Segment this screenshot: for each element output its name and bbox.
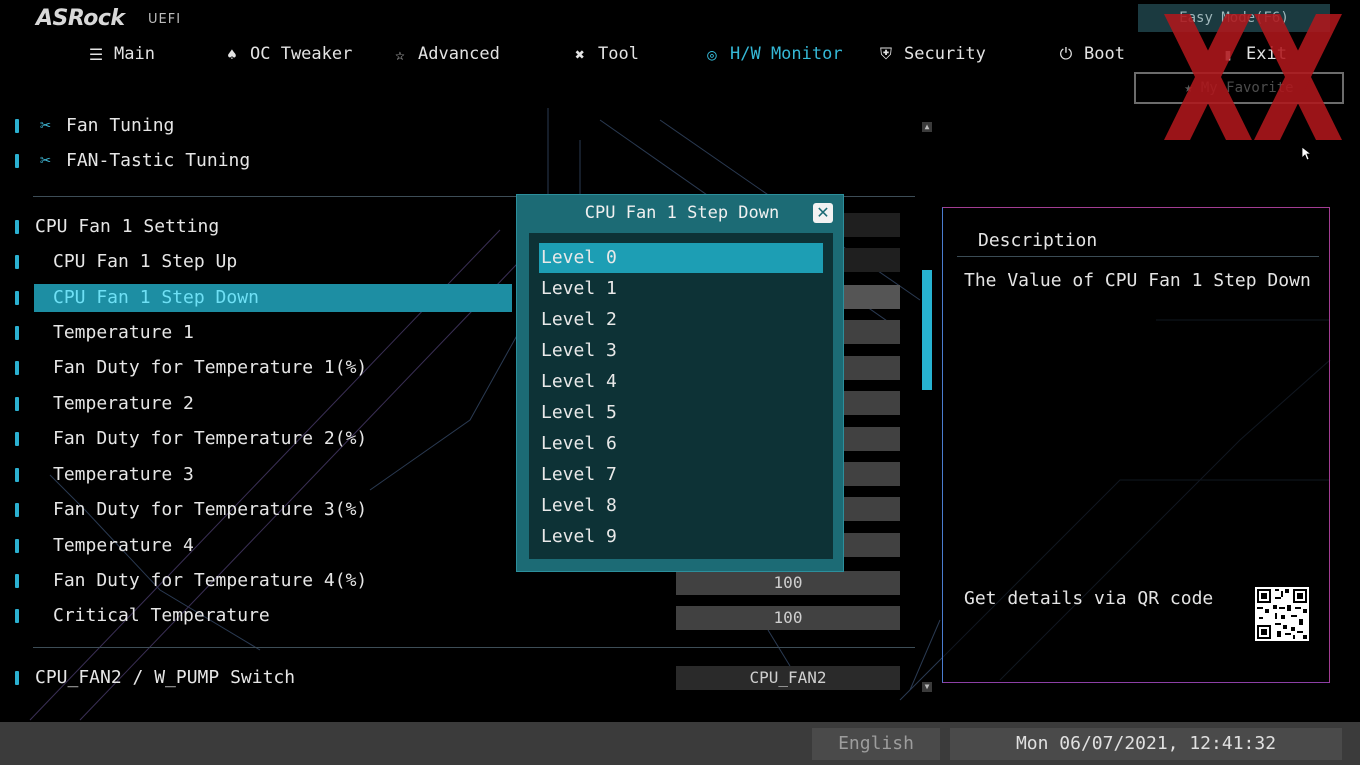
setting-label: CPU Fan 1 Step Up [53, 251, 238, 272]
row-bullet [15, 154, 19, 168]
row-bullet [15, 432, 19, 446]
qr-label: Get details via QR code [964, 588, 1214, 609]
description-title: Description [978, 230, 1098, 251]
row-bullet [15, 291, 19, 305]
setting-label: Fan Duty for Temperature 2(%) [53, 428, 368, 449]
scroll-down-arrow[interactable]: ▼ [922, 682, 932, 692]
tools-icon: ✂ [40, 115, 51, 136]
datetime-display: Mon 06/07/2021, 12:41:32 [950, 728, 1342, 760]
option-level-6[interactable]: Level 6 [539, 429, 823, 459]
popup-title: CPU Fan 1 Step Down [584, 203, 780, 223]
monitor-gauge-icon: ◎ [707, 44, 717, 64]
mouse-cursor-icon [1302, 147, 1312, 161]
option-level-0[interactable]: Level 0 [539, 243, 823, 273]
scrollbar-thumb[interactable] [922, 270, 932, 390]
row-bullet [15, 220, 19, 234]
section-divider [33, 647, 915, 648]
row-bullet [15, 119, 19, 133]
brand-sub: UEFI [148, 12, 182, 27]
option-level-3[interactable]: Level 3 [539, 336, 823, 366]
rocket-icon: ♠ [227, 44, 237, 64]
setting-label: CPU Fan 1 Step Down [53, 287, 259, 308]
brand-logo: ASRock [36, 6, 125, 31]
option-level-7[interactable]: Level 7 [539, 460, 823, 490]
fan-tuning-label: Fan Tuning [66, 115, 175, 136]
description-divider [957, 256, 1319, 257]
fan-tastic-tuning-label: FAN-Tastic Tuning [66, 150, 251, 171]
tab-boot[interactable]: ⏻ Boot [1056, 40, 1125, 68]
main-nav: ☰ Main ♠ OC Tweaker ☆ Advanced ✖ Tool ◎ … [0, 40, 1360, 68]
menu-fan-tuning[interactable]: ✂ Fan Tuning [0, 112, 500, 140]
option-level-9[interactable]: Level 9 [539, 522, 823, 552]
setting-cpu-fan2-wpump-switch[interactable]: CPU_FAN2 / W_PUMP Switch [0, 664, 660, 692]
option-level-5[interactable]: Level 5 [539, 398, 823, 428]
setting-label: Temperature 2 [53, 393, 194, 414]
tab-advanced-label: Advanced [418, 44, 500, 64]
row-bullet [15, 255, 19, 269]
popup-options-list: Level 0 Level 1 Level 2 Level 3 Level 4 … [529, 233, 833, 559]
tab-security[interactable]: ⛨ Security [876, 40, 986, 68]
wrench-screwdriver-icon: ✖ [575, 44, 585, 64]
tab-advanced[interactable]: ☆ Advanced [390, 40, 500, 68]
description-panel: Description The Value of CPU Fan 1 Step … [942, 207, 1330, 683]
tab-boot-label: Boot [1084, 44, 1125, 64]
row-bullet [15, 361, 19, 375]
tab-hw-monitor[interactable]: ◎ H/W Monitor [702, 40, 843, 68]
setting-label: Temperature 1 [53, 322, 194, 343]
tab-tool-label: Tool [598, 44, 639, 64]
value-fan-duty-temp-4[interactable]: 100 [676, 571, 900, 595]
tab-tool[interactable]: ✖ Tool [570, 40, 639, 68]
setting-label: Fan Duty for Temperature 3(%) [53, 499, 368, 520]
row-bullet [15, 503, 19, 517]
setting-label: Temperature 4 [53, 535, 194, 556]
qr-code-icon [1255, 587, 1309, 641]
row-bullet [15, 326, 19, 340]
row-bullet [15, 671, 19, 685]
tab-oc-tweaker-label: OC Tweaker [250, 44, 353, 64]
tab-hw-monitor-label: H/W Monitor [730, 44, 843, 64]
row-bullet [15, 468, 19, 482]
value-critical-temperature[interactable]: 100 [676, 606, 900, 630]
scroll-up-arrow[interactable]: ▲ [922, 122, 932, 132]
setting-label: CPU Fan 1 Setting [35, 216, 220, 237]
setting-label: CPU_FAN2 / W_PUMP Switch [35, 667, 296, 688]
list-icon: ☰ [88, 44, 104, 64]
description-text: The Value of CPU Fan 1 Step Down [964, 270, 1311, 291]
setting-label: Temperature 3 [53, 464, 194, 485]
close-icon[interactable]: ✕ [813, 203, 833, 223]
option-level-2[interactable]: Level 2 [539, 305, 823, 335]
option-level-8[interactable]: Level 8 [539, 491, 823, 521]
menu-fan-tastic-tuning[interactable]: ✂ FAN-Tastic Tuning [0, 147, 500, 175]
row-bullet [15, 397, 19, 411]
tools-icon: ✂ [40, 150, 51, 171]
row-bullet [15, 539, 19, 553]
setting-label: Fan Duty for Temperature 4(%) [53, 570, 368, 591]
row-bullet [15, 609, 19, 623]
language-button[interactable]: English [812, 728, 940, 760]
shield-icon: ⛨ [879, 44, 892, 63]
watermark-logo [1164, 14, 1342, 140]
setting-critical-temperature[interactable]: Critical Temperature [0, 602, 660, 630]
option-level-4[interactable]: Level 4 [539, 367, 823, 397]
tab-oc-tweaker[interactable]: ♠ OC Tweaker [222, 40, 352, 68]
setting-label: Fan Duty for Temperature 1(%) [53, 357, 368, 378]
step-down-popup: CPU Fan 1 Step Down ✕ Level 0 Level 1 Le… [516, 194, 844, 572]
setting-label: Critical Temperature [53, 605, 270, 626]
power-icon: ⏻ [1059, 44, 1073, 63]
value-cpu-fan2-wpump-switch[interactable]: CPU_FAN2 [676, 666, 900, 690]
option-level-1[interactable]: Level 1 [539, 274, 823, 304]
tab-security-label: Security [904, 44, 986, 64]
star-arrow-icon: ☆ [395, 44, 405, 64]
row-bullet [15, 574, 19, 588]
tab-main-label: Main [114, 44, 155, 64]
tab-main[interactable]: ☰ Main [86, 40, 155, 68]
